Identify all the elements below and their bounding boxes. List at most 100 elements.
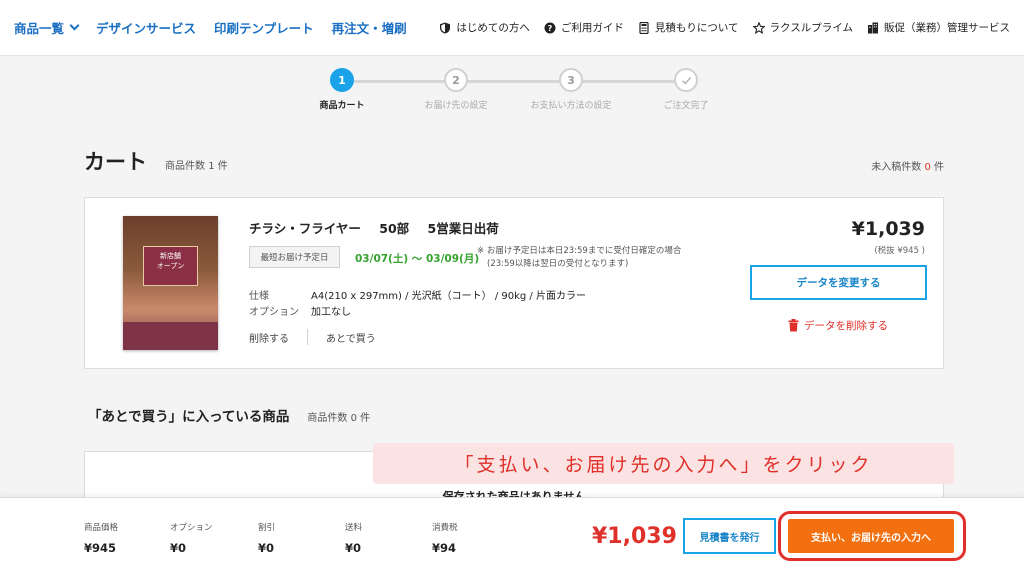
proceed-to-payment-button[interactable]: 支払い、お届け先の入力へ	[788, 519, 954, 553]
nav-beginners-label: はじめての方へ	[456, 22, 530, 34]
summary-total: ¥1,039	[592, 524, 677, 549]
change-data-button[interactable]: データを変更する	[750, 265, 927, 300]
item-product-name: チラシ・フライヤー	[249, 221, 361, 236]
step-number	[674, 68, 698, 92]
nav-beginners-link[interactable]: はじめての方へ	[439, 20, 530, 35]
spec-row: 仕様 A4(210 x 297mm) / 光沢紙（コート） / 90kg / 片…	[249, 287, 586, 302]
step-label: お届け先の設定	[424, 101, 488, 111]
step-label: お支払い方法の設定	[530, 101, 612, 111]
instruction-annotation: 「支払い、お届け先の入力へ」をクリック	[373, 443, 954, 484]
summary-option: オプション ¥0	[170, 521, 213, 555]
building-icon	[868, 22, 878, 33]
calculator-icon	[639, 21, 649, 34]
later-heading: 「あとで買う」に入っている商品 商品件数 0 件	[88, 405, 370, 425]
summary-shipping-value: ¥0	[345, 541, 362, 555]
cart-item-count: 商品件数 1 件	[165, 157, 228, 172]
thumbnail-badge: 新店舗 オープン	[143, 246, 198, 286]
nav-sales-label: 販促（業務）管理サービス	[884, 22, 1010, 34]
delivery-note: ※ お届け予定日は本日23:59までに受付日確定の場合 (23:59以降は翌日の…	[477, 245, 681, 271]
summary-discount: 割引 ¥0	[258, 521, 275, 555]
unentered-label: 未入稿件数	[871, 162, 922, 173]
cart-heading: カート 商品件数 1 件	[84, 146, 228, 176]
svg-text:?: ?	[548, 24, 553, 33]
nav-left: 商品一覧 デザインサービス 印刷テンプレート 再注文・増刷	[14, 18, 407, 37]
chevron-down-icon	[69, 20, 80, 31]
later-count: 商品件数 0 件	[307, 409, 370, 424]
spec-value: A4(210 x 297mm) / 光沢紙（コート） / 90kg / 片面カラ…	[311, 291, 586, 302]
top-navigation: 商品一覧 デザインサービス 印刷テンプレート 再注文・増刷 はじめての方へ ? …	[0, 0, 1024, 56]
summary-tax-value: ¥94	[432, 541, 457, 555]
step-number: 3	[559, 68, 583, 92]
step-delivery: 2 お届け先の設定	[396, 68, 516, 111]
nav-design-link[interactable]: デザインサービス	[96, 18, 196, 37]
count-unit: 件	[217, 161, 228, 172]
thumbnail-text-1: 新店舗	[160, 252, 181, 260]
later-count-value: 0	[350, 413, 357, 424]
nav-estimate-link[interactable]: 見積もりについて	[638, 20, 739, 35]
step-payment: 3 お支払い方法の設定	[511, 68, 631, 111]
later-title: 「あとで買う」に入っている商品	[88, 409, 290, 425]
cart-item-card: 新店舗 オープン チラシ・フライヤー 50部 5営業日出荷 最短お届け予定日 0…	[84, 197, 944, 369]
nav-products-menu[interactable]: 商品一覧	[14, 18, 80, 37]
option-row: オプション 加工なし	[249, 303, 351, 318]
item-price: ¥1,039	[851, 218, 925, 240]
count-label: 商品件数	[165, 161, 205, 172]
nav-guide-label: ご利用ガイド	[560, 22, 624, 34]
summary-option-label: オプション	[170, 523, 213, 533]
delete-data-label: データを削除する	[804, 320, 888, 332]
divider	[307, 329, 308, 345]
step-label: ご注文完了	[663, 101, 709, 111]
summary-shipping: 送料 ¥0	[345, 521, 362, 555]
delivery-dates: 03/07(土) 〜 03/09(月)	[355, 253, 480, 265]
option-value: 加工なし	[311, 307, 351, 318]
order-summary-bar: 商品価格 ¥945 オプション ¥0 割引 ¥0 送料 ¥0 消費税 ¥94 ¥…	[0, 497, 1024, 576]
issue-quote-button[interactable]: 見積書を発行	[683, 518, 776, 554]
buy-later-link[interactable]: あとで買う	[326, 330, 376, 345]
step-label: 商品カート	[319, 101, 365, 111]
nav-prime-label: ラクスルプライム	[769, 22, 853, 34]
later-count-unit: 件	[360, 413, 371, 424]
check-icon	[681, 76, 691, 85]
later-count-label: 商品件数	[307, 413, 348, 424]
delivery-note-line-1: ※ お届け予定日は本日23:59までに受付日確定の場合	[477, 246, 682, 256]
thumbnail-text-2: オープン	[156, 261, 185, 270]
nav-sales-link[interactable]: 販促（業務）管理サービス	[867, 20, 1010, 35]
spec-label: 仕様	[249, 291, 269, 302]
nav-prime-link[interactable]: ラクスルプライム	[752, 20, 853, 35]
summary-discount-value: ¥0	[258, 541, 275, 555]
nav-reorder-link[interactable]: 再注文・増刷	[332, 18, 407, 37]
summary-tax: 消費税 ¥94	[432, 521, 458, 555]
item-name: チラシ・フライヤー 50部 5営業日出荷	[249, 218, 513, 237]
step-number: 2	[444, 68, 468, 92]
help-icon: ?	[544, 22, 556, 33]
step-cart: 1 商品カート	[282, 68, 402, 111]
unentered-unit: 件	[934, 162, 944, 173]
summary-price: 商品価格 ¥945	[84, 521, 118, 555]
trash-icon	[788, 319, 799, 332]
summary-price-value: ¥945	[84, 541, 117, 555]
product-thumbnail[interactable]: 新店舗 オープン	[123, 216, 218, 350]
delete-data-button[interactable]: データを削除する	[788, 318, 888, 333]
step-complete: ご注文完了	[626, 68, 746, 111]
unentered-value: 0	[924, 162, 931, 173]
option-label: オプション	[249, 307, 299, 318]
nav-estimate-label: 見積もりについて	[654, 22, 739, 34]
summary-price-label: 商品価格	[84, 523, 119, 533]
thumbnail-footer	[123, 322, 218, 350]
step-number: 1	[330, 68, 354, 92]
nav-guide-link[interactable]: ? ご利用ガイド	[544, 20, 624, 35]
shield-icon	[440, 22, 451, 33]
summary-discount-label: 割引	[258, 523, 276, 533]
unentered-count: 未入稿件数 0 件	[871, 158, 944, 173]
item-quantity: 50部	[379, 221, 410, 236]
summary-option-value: ¥0	[170, 541, 187, 555]
nav-templates-link[interactable]: 印刷テンプレート	[214, 18, 314, 37]
delivery-note-line-2: (23:59以降は翌日の受付となります)	[487, 259, 629, 270]
item-price-excl-tax: (税抜 ¥945 )	[874, 246, 925, 256]
item-shipping: 5営業日出荷	[427, 221, 499, 236]
count-value: 1	[208, 161, 215, 172]
star-icon	[752, 21, 765, 34]
nav-right: はじめての方へ ? ご利用ガイド 見積もりについて ラクスルプライム 販促（業務…	[439, 20, 1010, 35]
summary-shipping-label: 送料	[345, 523, 363, 533]
delete-link[interactable]: 削除する	[249, 330, 289, 345]
